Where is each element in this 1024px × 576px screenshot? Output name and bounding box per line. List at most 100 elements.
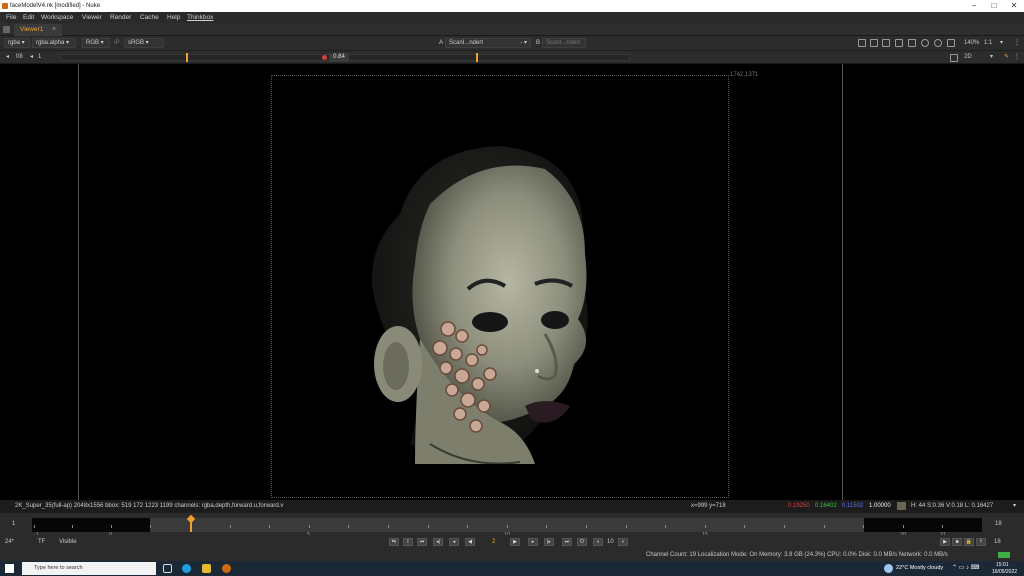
timeline-start-frame[interactable]: 1 bbox=[12, 521, 15, 527]
mask-icon[interactable] bbox=[870, 39, 878, 47]
frame-step-value[interactable]: 1 bbox=[38, 51, 41, 64]
input-a-value: ScanI...ndert bbox=[449, 40, 484, 46]
fps-dropdown[interactable]: 24* bbox=[5, 535, 14, 549]
display-value: RGB bbox=[86, 40, 100, 46]
timeline-end-frame[interactable]: 18 bbox=[995, 521, 1002, 527]
weather-text[interactable]: 22°C Mostly cloudy bbox=[896, 561, 943, 576]
panel-menu-icon[interactable] bbox=[3, 26, 10, 33]
gamma-slider-handle[interactable] bbox=[476, 53, 478, 62]
minimize-button[interactable]: – bbox=[964, 0, 984, 12]
windows-taskbar: Type here to search 22°C Mostly cloudy ⌃… bbox=[0, 561, 1024, 576]
prev-keyframe-icon[interactable]: ◂| bbox=[433, 538, 443, 546]
menu-thinkbox[interactable]: Thinkbox bbox=[187, 12, 213, 23]
flipbook-icon[interactable]: ▶ bbox=[940, 538, 950, 546]
zoom-level[interactable]: 140% bbox=[964, 36, 979, 50]
roi-icon[interactable] bbox=[858, 39, 866, 47]
fstop-value[interactable]: f/8 bbox=[16, 51, 23, 64]
view-mode-dropdown[interactable]: 2D bbox=[964, 51, 972, 64]
windows-start-icon[interactable] bbox=[5, 564, 14, 573]
pause-icon[interactable] bbox=[947, 39, 955, 47]
in-point-icon[interactable]: I bbox=[403, 538, 413, 546]
clock-date[interactable]: 16/05/2022 bbox=[992, 569, 1017, 575]
timeline-options-icon[interactable]: ⇆ bbox=[389, 538, 399, 546]
out-point-icon[interactable]: O bbox=[577, 538, 587, 546]
layers-icon[interactable] bbox=[908, 39, 916, 47]
format-info: 2K_Super_35(full-ap) 2048x1556 bbox: 519… bbox=[15, 503, 284, 509]
skip-back-icon[interactable]: « bbox=[593, 538, 603, 546]
exposure-slider-handle[interactable] bbox=[186, 53, 188, 62]
cache-icon[interactable]: ■ bbox=[952, 538, 962, 546]
safe-area-left-line bbox=[78, 64, 79, 500]
pixel-hsv: H: 44 S:0.36 V:0.18 L: 0.16427 bbox=[911, 503, 994, 509]
sync-icon[interactable]: ⇡ bbox=[976, 538, 986, 546]
close-window-button[interactable]: ✕ bbox=[1004, 0, 1024, 12]
end-frame-field[interactable]: 18 bbox=[994, 535, 1001, 549]
edge-browser-icon[interactable] bbox=[182, 564, 191, 573]
prev-frame-icon[interactable]: ◂ bbox=[449, 538, 459, 546]
taskbar-search-input[interactable]: Type here to search bbox=[22, 562, 156, 575]
view-mode-arrow-icon[interactable]: ▾ bbox=[990, 51, 993, 64]
file-explorer-icon[interactable] bbox=[202, 564, 211, 573]
next-frame-icon[interactable]: ▸ bbox=[528, 538, 538, 546]
viewer-options-icon[interactable] bbox=[950, 54, 958, 62]
wipe-icon[interactable] bbox=[882, 39, 890, 47]
current-frame[interactable]: 2 bbox=[492, 535, 495, 549]
proxy-dropdown-icon[interactable]: ▾ bbox=[1000, 36, 1003, 50]
tab-close-icon[interactable]: × bbox=[52, 24, 56, 36]
timeline-track[interactable]: -1 0 5 10 15 20 21 bbox=[32, 518, 982, 538]
tf-dropdown[interactable]: TF bbox=[38, 535, 45, 549]
pixel-red: 0.19250 bbox=[788, 503, 810, 509]
search-placeholder: Type here to search bbox=[34, 565, 83, 571]
proxy-level[interactable]: 1:1 bbox=[984, 36, 992, 50]
menu-workspace[interactable]: Workspace bbox=[41, 12, 73, 23]
viewer-canvas[interactable]: 1742,1371 bbox=[0, 64, 1024, 500]
timeline-outside-range-left bbox=[32, 518, 150, 532]
first-frame-icon[interactable]: ⏮ bbox=[417, 538, 427, 546]
paint-brush-icon[interactable]: ✎ bbox=[1004, 51, 1009, 64]
channels-dropdown[interactable]: rgba ▾ bbox=[4, 38, 30, 48]
alpha-channel-dropdown[interactable]: rgba.alpha ▾ bbox=[32, 38, 76, 48]
ip-toggle[interactable]: IP bbox=[114, 36, 120, 50]
viewer-toolbar-second: ◂ f/8 ◂ 1 0.84 2D ▾ ✎ ⋮ bbox=[0, 51, 1024, 64]
toolbar-more-icon[interactable]: ⋮ bbox=[1014, 36, 1020, 50]
next-keyframe-icon[interactable]: |▸ bbox=[544, 538, 554, 546]
last-frame-icon[interactable]: ⏭ bbox=[562, 538, 572, 546]
play-forward-icon[interactable]: ▶ bbox=[510, 538, 520, 546]
lut-dropdown[interactable]: sRGB ▾ bbox=[124, 38, 164, 48]
clock-time[interactable]: 15:01 bbox=[996, 562, 1009, 568]
weather-icon[interactable] bbox=[884, 564, 893, 573]
display-channel-dropdown[interactable]: RGB ▾ bbox=[82, 38, 110, 48]
system-tray-icons[interactable]: ⌃ ▭ ♪ ⌨ bbox=[952, 561, 979, 576]
refresh-icon[interactable] bbox=[921, 39, 929, 47]
input-a-letter: A bbox=[439, 40, 444, 46]
channels-value: rgba bbox=[8, 40, 21, 46]
input-b-dropdown[interactable]: ScanI...ndert bbox=[542, 38, 586, 48]
nuke-taskbar-icon[interactable] bbox=[222, 564, 231, 573]
menu-bar: File Edit Workspace Viewer Render Cache … bbox=[0, 12, 1024, 23]
clipping-icon[interactable] bbox=[895, 39, 903, 47]
safe-area-right-line bbox=[842, 64, 843, 500]
toolbar2-more-icon[interactable]: ⋮ bbox=[1014, 51, 1020, 64]
frame-step-arrow-icon[interactable]: ◂ bbox=[30, 51, 33, 64]
skip-forward-icon[interactable]: » bbox=[618, 538, 628, 546]
visible-dropdown[interactable]: Visible bbox=[59, 535, 77, 549]
playhead-line[interactable] bbox=[190, 519, 192, 532]
info-dropdown-icon[interactable]: ▾ bbox=[1013, 500, 1016, 512]
settings-icon[interactable] bbox=[934, 39, 942, 47]
menu-cache[interactable]: Cache bbox=[140, 12, 159, 23]
menu-render[interactable]: Render bbox=[110, 12, 131, 23]
menu-help[interactable]: Help bbox=[167, 12, 180, 23]
frame-increment[interactable]: 10 bbox=[607, 535, 614, 549]
input-b-letter: B bbox=[536, 40, 541, 46]
menu-file[interactable]: File bbox=[6, 12, 16, 23]
task-view-icon[interactable] bbox=[163, 564, 172, 573]
input-a-dropdown[interactable]: ScanI...ndert - ▾ bbox=[445, 38, 531, 48]
play-backward-icon[interactable]: ◀ bbox=[465, 538, 475, 546]
fstop-arrow-icon[interactable]: ◂ bbox=[6, 51, 9, 64]
menu-edit[interactable]: Edit bbox=[23, 12, 34, 23]
menu-viewer[interactable]: Viewer bbox=[82, 12, 102, 23]
lock-icon[interactable]: 🔒 bbox=[964, 538, 974, 546]
gain-value[interactable]: 0.84 bbox=[329, 53, 349, 62]
cursor-coords: x=999 y=718 bbox=[691, 503, 726, 509]
maximize-button[interactable]: □ bbox=[984, 0, 1004, 12]
